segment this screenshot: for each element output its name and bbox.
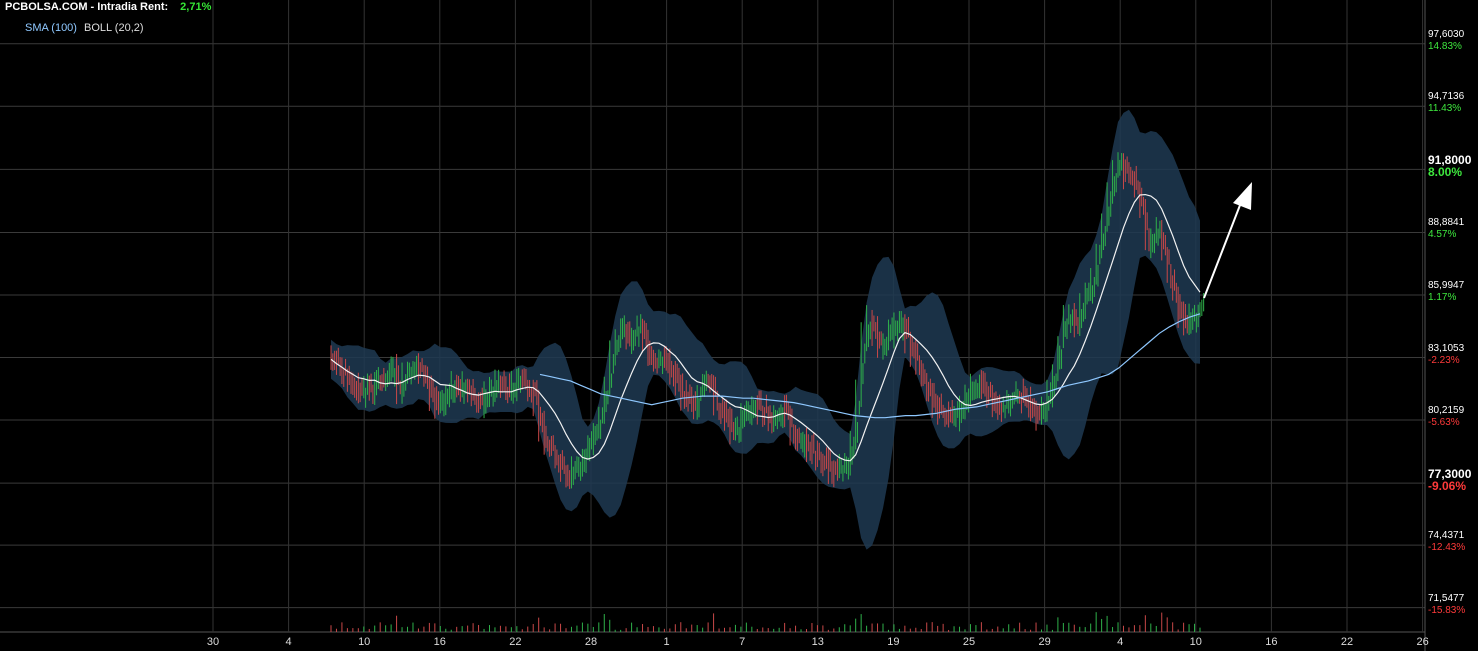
y-tick-pct: 8.00% — [1428, 165, 1463, 180]
y-tick-price: 74,4371 — [1428, 530, 1465, 542]
y-tick-price: 94,7136 — [1428, 91, 1465, 103]
chart-title: PCBOLSA.COM - Intradia Rent: — [5, 1, 169, 13]
y-tick-pct: 11.43% — [1428, 103, 1462, 115]
y-tick-price: 71,5477 — [1428, 592, 1465, 604]
x-tick: 29 — [1038, 636, 1051, 648]
x-tick: 7 — [739, 636, 746, 648]
x-tick: 10 — [1189, 636, 1202, 648]
y-tick-pct: 4.57% — [1428, 229, 1457, 241]
chart-header: PCBOLSA.COM - Intradia Rent: 2,71% — [5, 1, 211, 13]
y-tick-pct: -15.83% — [1428, 604, 1466, 616]
y-tick-pct: -2.23% — [1428, 354, 1460, 366]
arrow-head — [1233, 182, 1252, 210]
y-tick-price: 97,6030 — [1428, 28, 1465, 40]
y-tick: 94,7136 11.43% — [1428, 91, 1464, 115]
y-tick-pct: -5.63% — [1428, 417, 1460, 429]
legend-sma[interactable]: SMA (100) — [25, 22, 77, 34]
arrow-shaft — [1203, 199, 1243, 299]
y-tick-price: 85,9947 — [1428, 279, 1465, 291]
y-tick-price: 88,8841 — [1428, 217, 1465, 229]
x-tick: 26 — [1416, 636, 1429, 648]
legend-boll[interactable]: BOLL (20,2) — [84, 22, 144, 34]
volume-bars — [330, 612, 1201, 632]
x-tick: 4 — [285, 636, 292, 648]
x-tick: 4 — [1117, 636, 1124, 648]
y-tick: 91,8000 8.00% — [1428, 154, 1471, 178]
x-tick: 13 — [811, 636, 824, 648]
x-tick: 16 — [1265, 636, 1278, 648]
indicator-legend: SMA (100) BOLL (20,2) — [25, 22, 144, 34]
y-tick-price: 80,2159 — [1428, 405, 1465, 417]
x-tick: 30 — [206, 636, 220, 648]
y-tick: 83,1053 -2.23% — [1428, 343, 1464, 367]
x-tick: 22 — [1340, 636, 1354, 648]
price-chart — [0, 0, 1426, 651]
x-tick: 16 — [433, 636, 446, 648]
y-tick: 97,6030 14.83% — [1428, 29, 1464, 53]
y-tick: 80,2159 -5.63% — [1428, 405, 1464, 429]
y-tick: 77,3000 -9.06% — [1428, 468, 1471, 492]
chart-grid — [0, 0, 1426, 651]
x-tick: 1 — [663, 636, 670, 648]
y-tick-pct: 1.17% — [1428, 291, 1457, 303]
y-tick-price: 83,1053 — [1428, 342, 1465, 354]
x-tick: 28 — [584, 636, 598, 648]
y-tick-pct: -9.06% — [1428, 479, 1467, 494]
trend-arrow — [1203, 182, 1252, 299]
x-tick: 22 — [509, 636, 522, 648]
y-tick: 74,4371 -12.43% — [1428, 530, 1465, 554]
y-tick: 88,8841 4.57% — [1428, 217, 1464, 241]
x-tick: 25 — [962, 636, 976, 648]
y-tick: 71,5477 -15.83% — [1428, 593, 1465, 617]
y-tick-pct: 14.83% — [1428, 40, 1462, 52]
x-tick: 10 — [358, 636, 371, 648]
y-tick-pct: -12.43% — [1428, 542, 1466, 554]
y-tick: 85,9947 1.17% — [1428, 280, 1464, 304]
rent-value: 2,71% — [180, 1, 212, 13]
x-tick: 19 — [887, 636, 900, 648]
